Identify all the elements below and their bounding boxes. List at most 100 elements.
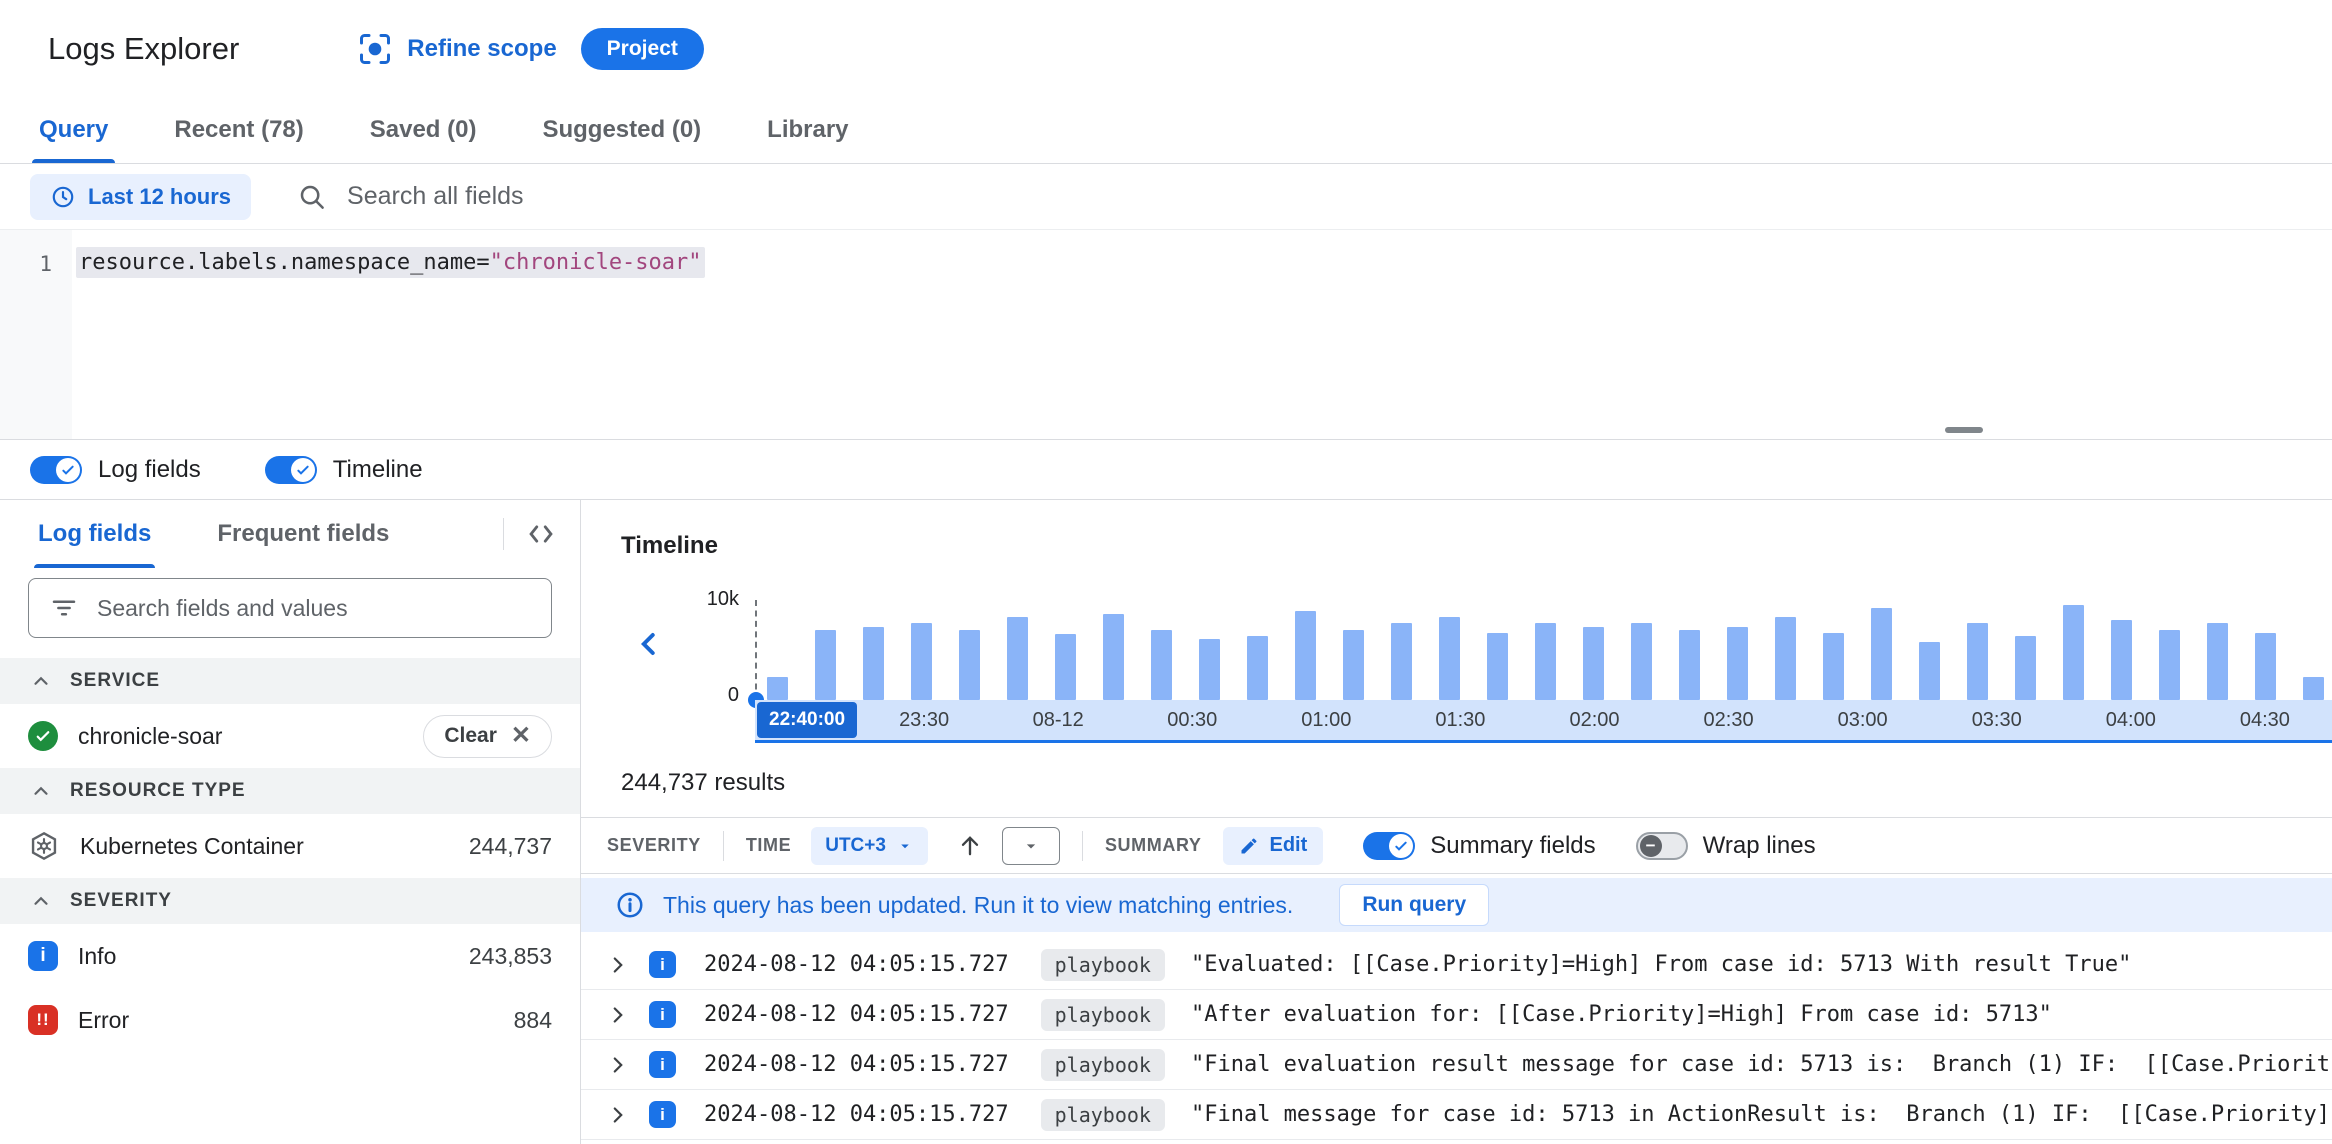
sidebar-search-input[interactable] (97, 594, 531, 622)
wrap-lines-toggle[interactable]: − (1635, 831, 1688, 860)
section-header-resource-type[interactable]: RESOURCE TYPE (0, 768, 580, 814)
query-string-value: "chronicle-soar" (489, 250, 702, 275)
divider (503, 518, 504, 550)
divider (1081, 830, 1083, 861)
log-source-chip[interactable]: playbook (1040, 948, 1165, 981)
refine-scope-button[interactable]: Refine scope (357, 31, 557, 67)
timeline-bar[interactable] (863, 627, 884, 700)
timeline-axis-labels: 23:30 08-12 00:30 01:00 01:30 02:00 02:30 03:00… (857, 709, 2332, 732)
severity-item-error[interactable]: !! Error 884 (0, 988, 580, 1052)
timeline-bar[interactable] (2255, 633, 2276, 700)
timeline-bar[interactable] (1919, 642, 1940, 700)
tab-saved[interactable]: Saved (0) (337, 97, 510, 163)
timeline-bar[interactable] (1007, 617, 1028, 700)
timeline-axis-label: 03:00 (1837, 708, 1888, 731)
severity-count: 884 (513, 1006, 552, 1033)
chevron-right-icon[interactable] (605, 952, 631, 978)
section-header-severity[interactable]: SEVERITY (0, 878, 580, 924)
log-fields-toggle[interactable] (30, 455, 82, 484)
timeline-toggle[interactable] (264, 455, 317, 484)
timeline-bar[interactable] (1487, 633, 1508, 700)
log-message: "Final message for case id: 5713 in Acti… (1190, 1102, 2331, 1127)
timeline-bar[interactable] (1583, 627, 1604, 700)
run-query-button[interactable]: Run query (1339, 884, 1490, 926)
tab-query[interactable]: Query (6, 97, 141, 163)
timeline-bar[interactable] (1295, 611, 1316, 700)
info-severity-icon: i (649, 1001, 676, 1028)
timeline-bar[interactable] (1775, 617, 1796, 700)
timeline-bar[interactable] (1871, 608, 1892, 700)
editor-code-line[interactable]: resource.labels.namespace_name="chronicl… (72, 230, 705, 439)
timeline-bar[interactable] (1199, 639, 1220, 700)
log-source-chip[interactable]: playbook (1040, 998, 1165, 1031)
time-range-button[interactable]: Last 12 hours (30, 173, 252, 220)
timeline-axis-label: 08-12 (1032, 708, 1084, 731)
log-message: "Evaluated: [[Case.Priority]=High] From … (1190, 952, 2132, 977)
sidebar-tab-log-fields[interactable]: Log fields (33, 500, 156, 568)
panel-resize-handle[interactable] (1945, 427, 1983, 433)
tab-suggested[interactable]: Suggested (0) (509, 97, 734, 163)
timeline-bar[interactable] (2159, 630, 2180, 700)
timeline-bar[interactable] (767, 677, 788, 700)
timeline-bar[interactable] (1391, 623, 1412, 700)
timeline-bar[interactable] (2303, 677, 2324, 700)
log-row[interactable]: i 2024-08-12 04:05:15.727 playbook "Fina… (581, 1040, 2332, 1090)
scope-badge[interactable]: Project (580, 27, 704, 70)
timeline-bar[interactable] (1535, 623, 1556, 700)
timeline-title: Timeline (621, 532, 718, 559)
timeline-bar[interactable] (1247, 636, 1268, 700)
chevron-right-icon[interactable] (605, 1052, 631, 1078)
sort-order-dropdown[interactable] (1001, 826, 1060, 865)
sidebar-tab-frequent-fields[interactable]: Frequent fields (217, 500, 389, 568)
timeline-bar[interactable] (1679, 630, 1700, 700)
timeline-bar[interactable] (1727, 627, 1748, 700)
timeline-bar[interactable] (1055, 634, 1076, 700)
kubernetes-icon (28, 830, 60, 862)
service-item-chronicle-soar[interactable]: chronicle-soar Clear ✕ (0, 704, 580, 768)
tab-recent[interactable]: Recent (78) (141, 97, 336, 163)
section-title: RESOURCE TYPE (70, 780, 246, 801)
section-header-service[interactable]: SERVICE (0, 658, 580, 704)
pencil-icon (1239, 836, 1259, 856)
chevron-left-icon[interactable] (631, 626, 667, 667)
log-source-chip[interactable]: playbook (1040, 1098, 1165, 1131)
severity-count: 243,853 (468, 942, 552, 969)
query-editor[interactable]: 1 resource.labels.namespace_name="chroni… (0, 230, 2332, 440)
log-source-chip[interactable]: playbook (1040, 1048, 1165, 1081)
timeline-bar[interactable] (1967, 623, 1988, 700)
check-circle-icon (28, 721, 58, 751)
timeline-bar[interactable] (2111, 620, 2132, 700)
timezone-selector[interactable]: UTC+3 (811, 826, 928, 865)
timeline-bar[interactable] (1631, 623, 1652, 700)
timeline-bar[interactable] (815, 630, 836, 700)
timeline-bar[interactable] (2207, 623, 2228, 700)
timeline-bar[interactable] (1151, 630, 1172, 700)
timeline-bar[interactable] (959, 630, 980, 700)
collapse-panel-icon[interactable] (524, 517, 558, 551)
timeline-bar[interactable] (2063, 605, 2084, 700)
sort-up-icon[interactable] (956, 832, 984, 860)
timeline-bar[interactable] (1439, 617, 1460, 700)
severity-item-info[interactable]: i Info 243,853 (0, 924, 580, 988)
selected-time-pill[interactable]: 22:40:00 (757, 702, 858, 738)
timeline-bar[interactable] (911, 623, 932, 700)
edit-summary-button[interactable]: Edit (1223, 826, 1324, 865)
timeline-bar[interactable] (2015, 636, 2036, 700)
summary-fields-toggle[interactable] (1363, 831, 1416, 860)
log-row[interactable]: i 2024-08-12 04:05:15.727 playbook "Eval… (581, 940, 2332, 990)
log-row[interactable]: i 2024-08-12 04:05:15.727 playbook "Afte… (581, 990, 2332, 1040)
timeline-bar[interactable] (1103, 614, 1124, 700)
resource-type-item-kubernetes[interactable]: Kubernetes Container 244,737 (0, 814, 580, 878)
chevron-right-icon[interactable] (605, 1102, 631, 1128)
chevron-right-icon[interactable] (605, 1002, 631, 1028)
clear-filter-button[interactable]: Clear ✕ (423, 714, 552, 758)
log-row[interactable]: i 2024-08-12 04:05:15.727 playbook "Fina… (581, 1090, 2332, 1140)
timeline-toggle-group: Timeline (264, 455, 423, 484)
wrap-lines-label: Wrap lines (1702, 831, 1816, 859)
timeline-bars[interactable] (748, 600, 2332, 708)
search-all-fields-input[interactable] (347, 182, 1248, 211)
section-title: SERVICE (70, 670, 161, 691)
timeline-bar[interactable] (1823, 633, 1844, 700)
timeline-bar[interactable] (1343, 630, 1364, 700)
tab-library[interactable]: Library (734, 97, 881, 163)
